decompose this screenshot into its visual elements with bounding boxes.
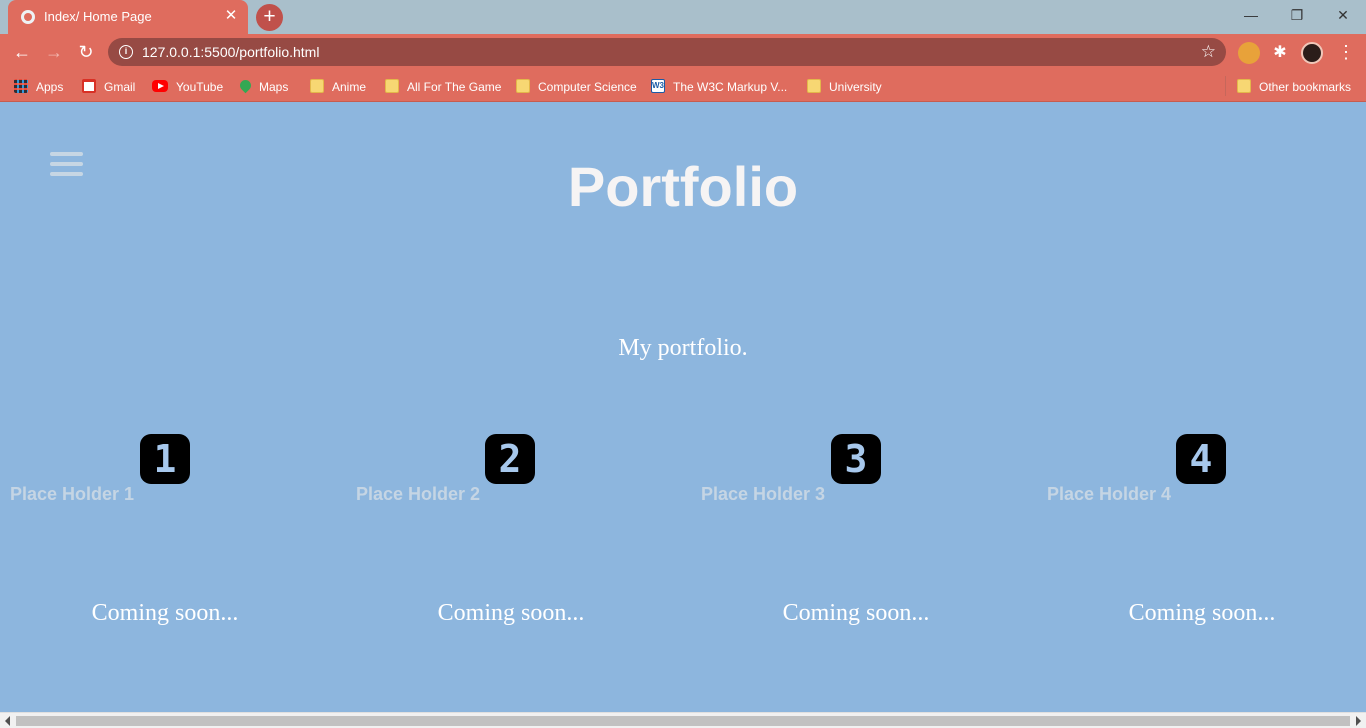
site-info-icon[interactable]: i	[119, 45, 133, 59]
forward-icon[interactable]: →	[40, 38, 68, 66]
maps-icon	[237, 78, 254, 94]
bookmark-other[interactable]: Other bookmarks	[1237, 77, 1351, 95]
bookmark-computer-science[interactable]: Computer Science	[516, 77, 637, 95]
avatar[interactable]	[1301, 42, 1323, 64]
bookmark-w3c-markup[interactable]: W3 The W3C Markup V...	[651, 77, 787, 95]
number-badge: 3	[831, 434, 881, 484]
bookmark-gmail[interactable]: Gmail	[82, 77, 135, 95]
bookmarks-divider	[1225, 76, 1226, 96]
scroll-right-icon[interactable]	[1356, 716, 1361, 726]
portfolio-card-3[interactable]: 3 Place Holder 3 Coming soon...	[691, 434, 1036, 634]
extension-icon[interactable]	[1238, 42, 1260, 64]
youtube-icon	[152, 79, 168, 92]
card-status: Coming soon...	[91, 600, 239, 626]
bookmark-youtube[interactable]: YouTube	[152, 77, 223, 95]
folder-icon	[1237, 78, 1251, 93]
portfolio-card-1[interactable]: 1 Place Holder 1 Coming soon...	[0, 434, 345, 634]
number-badge: 4	[1176, 434, 1226, 484]
address-bar[interactable]: i 127.0.0.1:5500/portfolio.html ☆	[108, 38, 1226, 66]
card-status: Coming soon...	[782, 600, 930, 626]
tab-close-icon[interactable]: ✕	[222, 7, 240, 25]
reload-icon[interactable]: ↻	[72, 38, 100, 66]
card-status: Coming soon...	[437, 600, 585, 626]
bookmark-all-for-the-game[interactable]: All For The Game	[385, 77, 501, 95]
card-title: Place Holder 2	[356, 484, 481, 504]
bookmark-university[interactable]: University	[807, 77, 882, 95]
folder-icon	[385, 78, 399, 93]
portfolio-card-4[interactable]: 4 Place Holder 4 Coming soon...	[1037, 434, 1366, 634]
puzzle-icon[interactable]: ✱	[1269, 42, 1291, 64]
minimize-button[interactable]: —	[1228, 0, 1274, 30]
menu-icon[interactable]: ⋮	[1332, 38, 1360, 66]
scrollbar-thumb[interactable]	[16, 716, 1350, 726]
bookmark-maps[interactable]: Maps	[237, 77, 288, 95]
restore-button[interactable]: ❐	[1274, 0, 1320, 30]
back-icon[interactable]: ←	[8, 38, 36, 66]
folder-icon	[516, 78, 530, 93]
globe-icon	[21, 10, 35, 24]
close-window-button[interactable]: ✕	[1320, 0, 1366, 30]
w3c-icon: W3	[651, 78, 665, 93]
horizontal-scrollbar[interactable]	[0, 712, 1366, 728]
page-title: Portfolio	[567, 155, 799, 218]
scroll-left-icon[interactable]	[5, 716, 10, 726]
card-title: Place Holder 3	[701, 484, 826, 504]
bookmark-anime[interactable]: Anime	[310, 77, 366, 95]
tab-title: Index/ Home Page	[44, 9, 152, 24]
number-badge: 1	[140, 434, 190, 484]
tab-strip: Index/ Home Page ✕ + — ❐ ✕	[0, 0, 1366, 34]
page-subtitle: My portfolio.	[618, 335, 748, 361]
gmail-icon	[82, 78, 96, 93]
bookmark-apps[interactable]: Apps	[14, 77, 63, 95]
new-tab-button[interactable]: +	[256, 4, 283, 31]
browser-toolbar: ← → ↻ i 127.0.0.1:5500/portfolio.html ☆ …	[0, 34, 1366, 70]
card-status: Coming soon...	[1128, 600, 1276, 626]
browser-tab[interactable]: Index/ Home Page ✕	[8, 0, 248, 34]
folder-icon	[310, 78, 324, 93]
card-title: Place Holder 4	[1047, 484, 1172, 504]
bookmark-star-icon[interactable]: ☆	[1201, 42, 1216, 62]
number-badge: 2	[485, 434, 535, 484]
portfolio-card-2[interactable]: 2 Place Holder 2 Coming soon...	[346, 434, 691, 634]
apps-icon	[14, 78, 28, 93]
url-text[interactable]: 127.0.0.1:5500/portfolio.html	[142, 44, 319, 60]
folder-icon	[807, 78, 821, 93]
bookmarks-bar: Apps Gmail YouTube Maps Anime All For Th…	[0, 70, 1366, 102]
card-title: Place Holder 1	[10, 484, 135, 504]
